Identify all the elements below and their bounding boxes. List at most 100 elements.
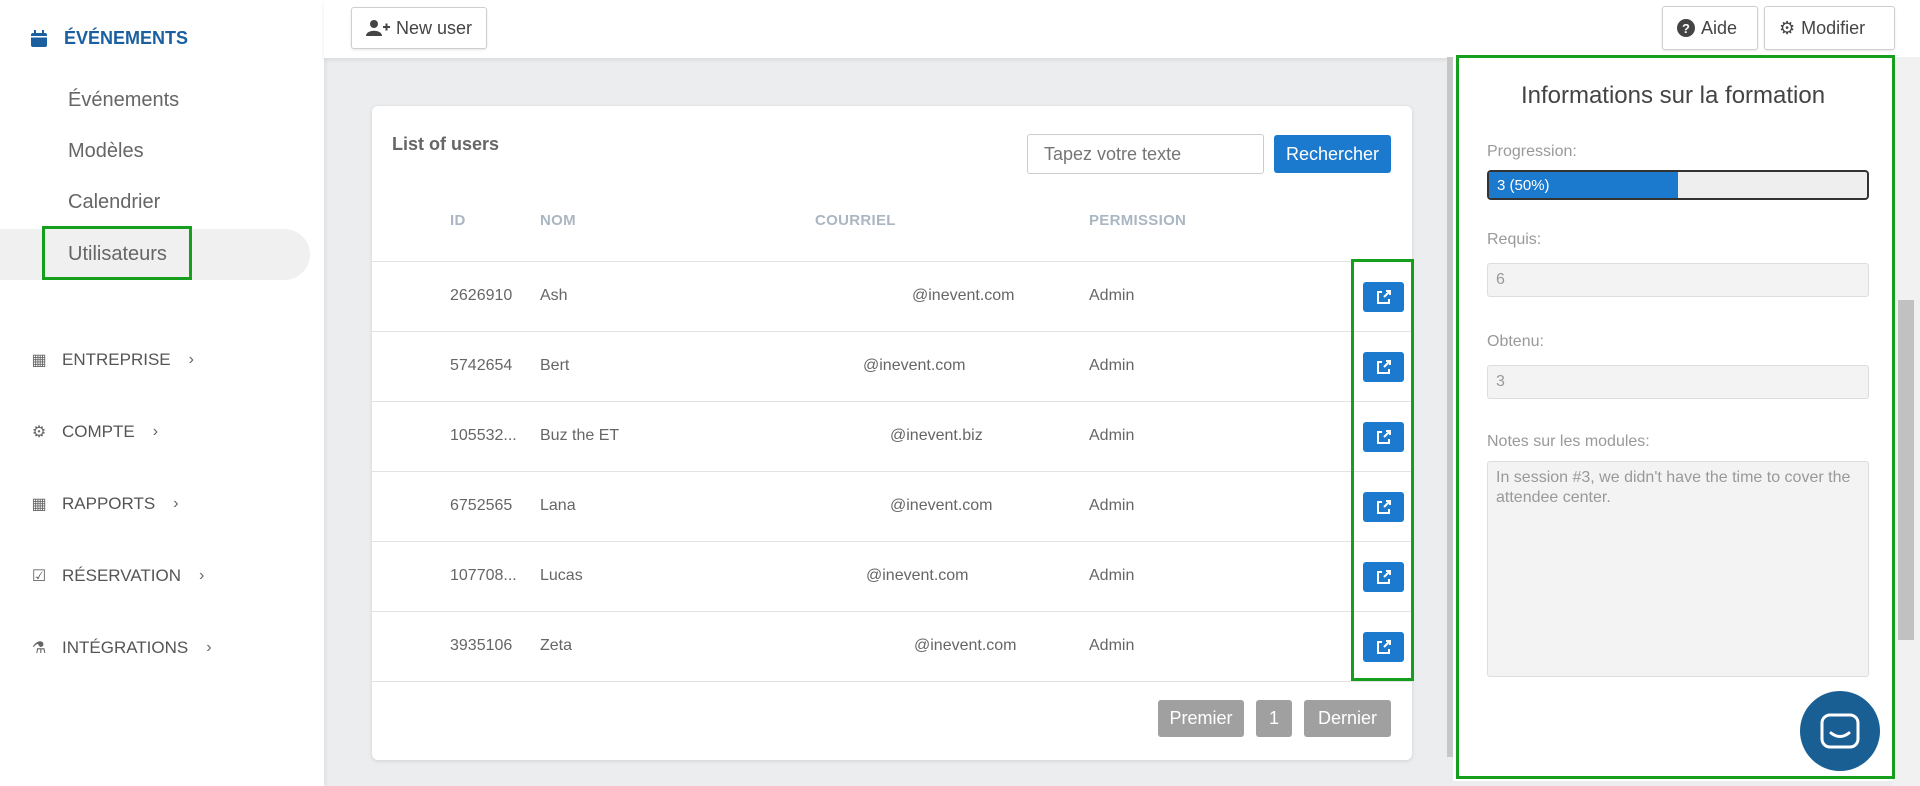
external-link-icon — [1376, 570, 1391, 584]
pager-page-button[interactable]: 1 — [1256, 700, 1292, 737]
cell-name: Buz the ET — [540, 427, 620, 444]
help-label: Aide — [1701, 17, 1738, 38]
sidebar-group-booking[interactable]: ☑ RÉSERVATION › — [30, 566, 205, 586]
sidebar-section-label: ÉVÉNEMENTS — [64, 28, 189, 48]
obtained-label: Obtenu: — [1487, 333, 1544, 350]
column-header-id[interactable]: ID — [450, 212, 466, 229]
sidebar-item-models[interactable]: Modèles — [68, 140, 144, 163]
question-circle-icon: ? — [1677, 19, 1695, 37]
pager-first-button[interactable]: Premier — [1158, 700, 1244, 737]
open-user-button[interactable] — [1363, 422, 1404, 452]
users-card-title: List of users — [392, 134, 500, 154]
column-header-permission[interactable]: PERMISSION — [1089, 212, 1186, 229]
sidebar-group-reports[interactable]: ▦ RAPPORTS › — [30, 494, 179, 514]
progress-bar: 3 (50%) — [1487, 170, 1869, 200]
cell-permission: Admin — [1089, 287, 1135, 304]
cell-email: @inevent.biz — [890, 427, 983, 444]
users-card: List of users Rechercher ID NOM COURRIEL… — [372, 106, 1412, 760]
search-button[interactable]: Rechercher — [1274, 135, 1391, 173]
sidebar-group-label: RÉSERVATION — [62, 566, 182, 585]
cell-id: 105532... — [450, 427, 517, 444]
building-icon: ▦ — [31, 352, 47, 369]
external-link-icon — [1376, 290, 1391, 304]
cell-name: Ash — [540, 287, 568, 304]
cell-email: @inevent.com — [863, 357, 966, 374]
progress-fill: 3 (50%) — [1489, 172, 1678, 198]
chevron-right-icon: › — [173, 495, 179, 512]
calendar-check-icon: ☑ — [31, 568, 47, 585]
sidebar-section-events[interactable]: ÉVÉNEMENTS — [30, 28, 188, 49]
cell-id: 6752565 — [450, 497, 513, 514]
gear-icon: ⚙ — [1779, 17, 1796, 38]
cell-email: @inevent.com — [912, 287, 1015, 304]
cell-email: @inevent.com — [914, 637, 1017, 654]
cell-email: @inevent.com — [890, 497, 993, 514]
column-header-email[interactable]: COURRIEL — [815, 212, 896, 229]
cell-email: @inevent.com — [866, 567, 969, 584]
sidebar-group-account[interactable]: ⚙ COMPTE › — [30, 422, 158, 442]
cell-permission: Admin — [1089, 497, 1135, 514]
open-user-button[interactable] — [1363, 562, 1404, 592]
cell-id: 107708... — [450, 567, 517, 584]
open-user-button[interactable] — [1363, 352, 1404, 382]
table-bottom-divider — [372, 681, 1412, 682]
search-input[interactable] — [1027, 134, 1264, 174]
required-field[interactable]: 6 — [1487, 263, 1869, 297]
notes-label: Notes sur les modules: — [1487, 433, 1650, 450]
cell-id: 2626910 — [450, 287, 513, 304]
open-user-button[interactable] — [1363, 632, 1404, 662]
chat-icon — [1820, 713, 1860, 749]
gear-icon: ⚙ — [31, 424, 47, 441]
column-header-name[interactable]: NOM — [540, 212, 576, 229]
cell-id: 5742654 — [450, 357, 513, 374]
calendar-icon — [31, 29, 47, 47]
external-link-icon — [1376, 360, 1391, 374]
table-row[interactable]: 2626910 Ash @inevent.com Admin — [372, 261, 1412, 331]
cell-permission: Admin — [1089, 637, 1135, 654]
new-user-label: New user — [396, 17, 473, 38]
sidebar-item-calendar[interactable]: Calendrier — [68, 191, 160, 214]
open-user-button[interactable] — [1363, 492, 1404, 522]
flask-icon: ⚗ — [31, 640, 47, 657]
sidebar-item-events[interactable]: Événements — [68, 89, 179, 112]
help-button[interactable]: ? Aide — [1662, 6, 1758, 50]
table-row[interactable]: 6752565 Lana @inevent.com Admin — [372, 471, 1412, 541]
sidebar-group-label: COMPTE — [62, 422, 135, 441]
modify-button[interactable]: ⚙ Modifier — [1764, 6, 1895, 50]
pager-last-button[interactable]: Dernier — [1304, 700, 1391, 737]
sidebar-group-integrations[interactable]: ⚗ INTÉGRATIONS › — [30, 638, 212, 658]
obtained-field[interactable]: 3 — [1487, 365, 1869, 399]
required-label: Requis: — [1487, 231, 1542, 248]
cell-name: Bert — [540, 357, 570, 374]
panel-title: Informations sur la formation — [1520, 82, 1826, 109]
cell-name: Lana — [540, 497, 576, 514]
table-row[interactable]: 107708... Lucas @inevent.com Admin — [372, 541, 1412, 611]
cell-id: 3935106 — [450, 637, 513, 654]
modify-label: Modifier — [1801, 17, 1866, 38]
table-row[interactable]: 105532... Buz the ET @inevent.biz Admin — [372, 401, 1412, 471]
cell-permission: Admin — [1089, 427, 1135, 444]
chevron-right-icon: › — [199, 567, 205, 584]
new-user-button[interactable]: New user — [351, 7, 488, 49]
cell-name: Zeta — [540, 637, 573, 654]
sidebar: ÉVÉNEMENTS Événements Modèles Calendrier… — [0, 0, 324, 786]
open-user-button[interactable] — [1363, 282, 1404, 312]
chevron-right-icon: › — [152, 423, 159, 440]
table-row[interactable]: 3935106 Zeta @inevent.com Admin — [372, 611, 1412, 681]
sidebar-group-enterprise[interactable]: ▦ ENTREPRISE › — [30, 350, 194, 370]
add-user-icon — [366, 20, 390, 36]
sidebar-group-label: RAPPORTS — [62, 494, 156, 513]
building-icon: ▦ — [31, 496, 47, 513]
sidebar-item-users[interactable]: Utilisateurs — [68, 243, 167, 266]
chat-launcher-button[interactable] — [1800, 691, 1880, 771]
table-row[interactable]: 5742654 Bert @inevent.com Admin — [372, 331, 1412, 401]
training-info-panel: Informations sur la formation Progressio… — [1453, 57, 1893, 781]
progress-label: Progression: — [1487, 143, 1577, 160]
sidebar-group-label: INTÉGRATIONS — [62, 638, 189, 657]
panel-scrollbar-thumb[interactable] — [1898, 300, 1914, 640]
notes-textarea[interactable]: In session #3, we didn't have the time t… — [1487, 461, 1869, 677]
cell-permission: Admin — [1089, 567, 1135, 584]
external-link-icon — [1376, 640, 1391, 654]
svg-text:?: ? — [1682, 21, 1690, 36]
chevron-right-icon: › — [206, 639, 212, 656]
